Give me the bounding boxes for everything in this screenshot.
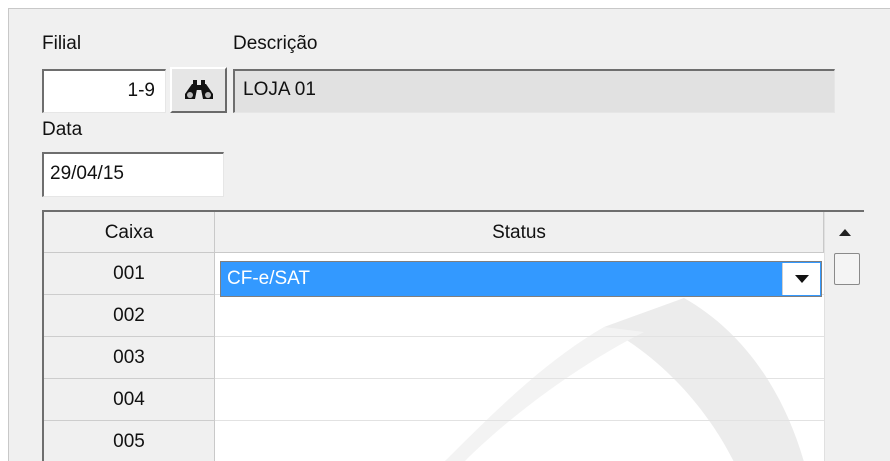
caixa-cell[interactable]: 002 <box>44 295 215 337</box>
caixa-cell[interactable]: 003 <box>44 337 215 379</box>
table-row: 003 <box>44 337 824 379</box>
status-cell[interactable] <box>215 337 824 379</box>
arrow-up-icon <box>839 228 851 236</box>
caixa-cell[interactable]: 005 <box>44 421 215 461</box>
table-row: 002 <box>44 295 824 337</box>
filial-input[interactable]: 1-9 <box>42 69 166 113</box>
column-header-status[interactable]: Status <box>215 212 824 253</box>
lookup-button[interactable] <box>170 67 227 113</box>
binoculars-icon <box>184 80 213 99</box>
data-label: Data <box>42 119 83 140</box>
caixa-cell[interactable]: 001 <box>44 253 215 295</box>
status-cell[interactable] <box>215 295 824 337</box>
column-header-caixa[interactable]: Caixa <box>44 212 215 253</box>
combobox-dropdown-button[interactable] <box>782 263 820 295</box>
status-cell[interactable] <box>215 421 824 461</box>
status-combobox-value: CF-e/SAT <box>227 268 311 289</box>
vertical-scrollbar[interactable] <box>824 212 864 461</box>
status-combobox[interactable]: CF-e/SAT <box>220 261 822 297</box>
table-row: 005 <box>44 421 824 461</box>
data-input[interactable]: 29/04/15 <box>42 152 224 197</box>
scrollbar-thumb[interactable] <box>834 253 860 285</box>
window: Filial Descrição 1-9 LOJA 01 Data 29/04/… <box>0 0 890 461</box>
descricao-label: Descrição <box>233 33 318 54</box>
filial-label: Filial <box>42 33 82 54</box>
scroll-up-button[interactable] <box>825 212 864 252</box>
status-cell[interactable] <box>215 379 824 421</box>
caixa-cell[interactable]: 004 <box>44 379 215 421</box>
chevron-down-icon <box>794 275 809 283</box>
descricao-field: LOJA 01 <box>233 69 835 113</box>
caixa-status-grid: Caixa Status 001 002 003 004 005 CF-e/SA… <box>42 210 864 461</box>
table-row: 004 <box>44 379 824 421</box>
